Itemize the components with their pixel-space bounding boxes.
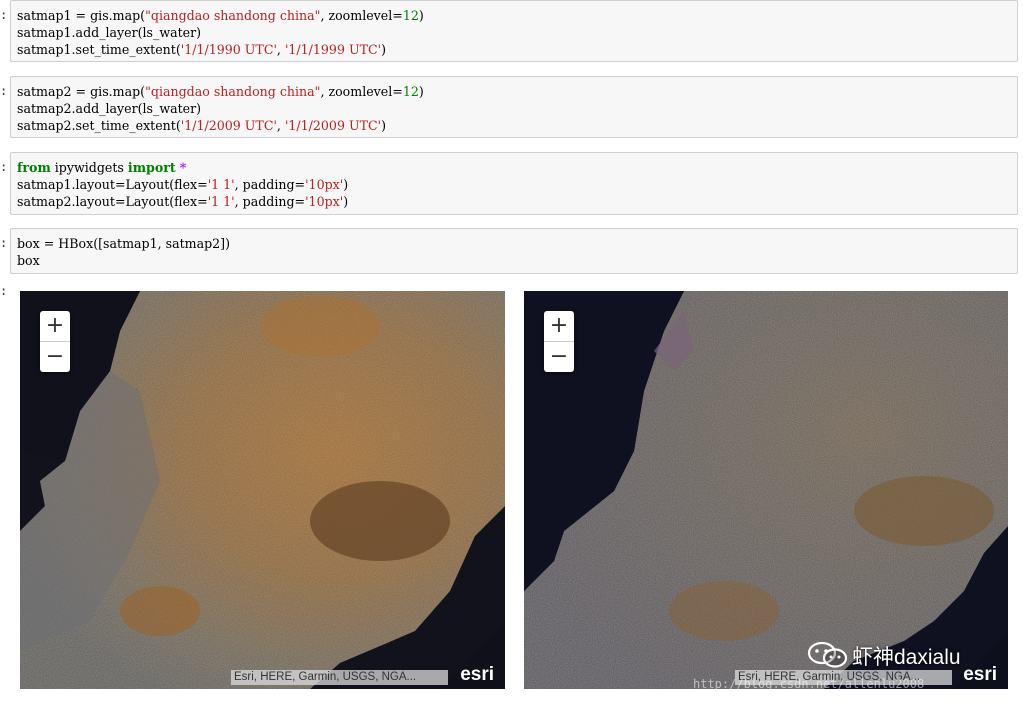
code-token: satmap1.set_time_extent( — [17, 42, 181, 57]
satellite-imagery-1990 — [20, 291, 505, 689]
code-token: "qiangdao shandong china" — [145, 84, 321, 99]
code-token: satmap2.layout=Layout(flex= — [17, 194, 208, 209]
code-line: satmap2.set_time_extent('1/1/2009 UTC', … — [17, 117, 1011, 134]
code-token: satmap2 = gis.map( — [17, 84, 146, 99]
code-token: satmap2.set_time_extent( — [17, 118, 181, 133]
satellite-imagery-2009 — [524, 291, 1008, 689]
code-token: satmap1.add_layer(ls_water) — [17, 25, 202, 40]
code-line: satmap2 = gis.map("qiangdao shandong chi… — [17, 83, 1011, 100]
code-token: import — [127, 160, 176, 175]
code-line: box — [17, 252, 1011, 269]
code-token: box — [17, 253, 40, 268]
code-token: , padding= — [234, 177, 306, 192]
watermark: 虾神daxialu — [807, 641, 961, 675]
esri-logo: esri — [460, 664, 494, 685]
code-token: '1 1' — [207, 194, 235, 209]
zoom-out-button[interactable]: − — [40, 342, 70, 372]
code-token: , zoomlevel= — [320, 8, 403, 23]
code-token: '1/1/1999 UTC' — [284, 42, 382, 57]
cell-2-prompt: : — [0, 84, 8, 98]
map-2009[interactable]: + − Esri, HERE, Garmin, USGS, NGA... esr… — [524, 291, 1008, 689]
code-token: 12 — [402, 84, 419, 99]
code-token: '1/1/1990 UTC' — [180, 42, 277, 57]
code-token: "qiangdao shandong china" — [145, 8, 321, 23]
cell-4-prompt: : — [0, 236, 8, 250]
code-token: '10px' — [305, 177, 344, 192]
code-cell-4[interactable]: box = HBox([satmap1, satmap2]) box — [10, 228, 1018, 274]
code-line: box = HBox([satmap1, satmap2]) — [17, 235, 1011, 252]
code-line: satmap1.add_layer(ls_water) — [17, 24, 1011, 41]
code-token: box = HBox([satmap1, satmap2]) — [17, 236, 230, 251]
code-line: satmap1.set_time_extent('1/1/1990 UTC', … — [17, 41, 1011, 58]
code-token: '1/1/2009 UTC' — [284, 118, 382, 133]
watermark-text: 虾神daxialu — [852, 646, 961, 669]
zoom-control: + − — [544, 311, 574, 372]
esri-logo: esri — [963, 664, 997, 685]
code-token: * — [179, 160, 187, 175]
zoom-in-button[interactable]: + — [544, 311, 574, 342]
code-line: from ipywidgets import * — [17, 159, 1011, 176]
code-token: '1 1' — [207, 177, 235, 192]
code-token: ) — [381, 42, 386, 57]
code-token: '10px' — [305, 194, 344, 209]
code-token: satmap1.layout=Layout(flex= — [17, 177, 208, 192]
code-token: , — [276, 118, 285, 133]
attribution-text[interactable]: Esri, HERE, Garmin, USGS, NGA... — [231, 670, 448, 685]
map-1990[interactable]: + − Esri, HERE, Garmin, USGS, NGA... esr… — [20, 291, 505, 689]
code-token: from — [17, 160, 51, 175]
zoom-in-button[interactable]: + — [40, 311, 70, 342]
zoom-control: + − — [40, 311, 70, 372]
code-token: ) — [418, 84, 424, 99]
code-token: ) — [418, 8, 424, 23]
code-token: , zoomlevel= — [320, 84, 403, 99]
code-token: ipywidgets — [50, 160, 128, 175]
cell-3-prompt: : — [0, 160, 8, 174]
code-line: satmap2.layout=Layout(flex='1 1', paddin… — [17, 193, 1011, 210]
code-token: ) — [381, 118, 386, 133]
code-cell-1[interactable]: satmap1 = gis.map("qiangdao shandong chi… — [10, 0, 1018, 62]
code-token: ) — [343, 194, 349, 209]
code-token: , — [276, 42, 285, 57]
code-token: '1/1/2009 UTC' — [180, 118, 277, 133]
code-token: satmap2.add_layer(ls_water) — [17, 101, 202, 116]
code-token: 12 — [402, 8, 419, 23]
code-token: , padding= — [234, 194, 306, 209]
output-prompt: : — [0, 284, 8, 298]
code-cell-3[interactable]: from ipywidgets import * satmap1.layout=… — [10, 152, 1018, 215]
watermark-url: http://blog.csdn.net/allenlu2008 — [693, 677, 925, 691]
wechat-icon — [807, 641, 848, 675]
code-cell-2[interactable]: satmap2 = gis.map("qiangdao shandong chi… — [10, 76, 1018, 138]
cell-1-prompt: : — [0, 8, 8, 22]
code-line: satmap1 = gis.map("qiangdao shandong chi… — [17, 7, 1011, 24]
zoom-out-button[interactable]: − — [544, 342, 574, 372]
code-token: satmap1 = gis.map( — [17, 8, 146, 23]
code-token: ) — [343, 177, 349, 192]
code-line: satmap1.layout=Layout(flex='1 1', paddin… — [17, 176, 1011, 193]
code-line: satmap2.add_layer(ls_water) — [17, 100, 1011, 117]
